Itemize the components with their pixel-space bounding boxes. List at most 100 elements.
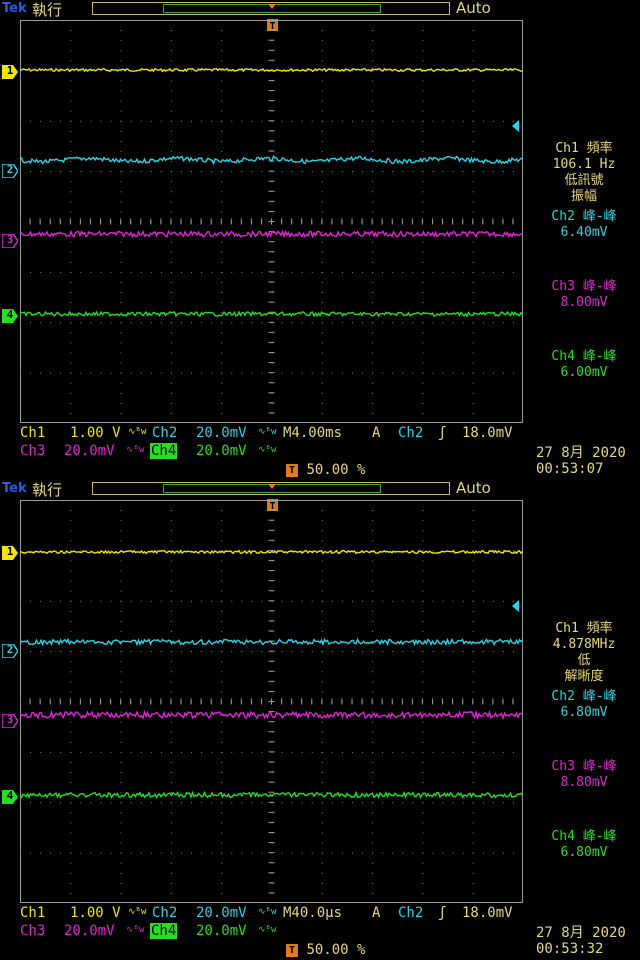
grid-dot bbox=[472, 372, 474, 374]
ch2-marker[interactable]: 2 bbox=[1, 643, 19, 659]
grid-dot bbox=[482, 171, 484, 173]
ch2-scale[interactable]: 20.0mV bbox=[196, 425, 247, 441]
ch2-marker[interactable]: 2 bbox=[1, 163, 19, 179]
ch4-scale[interactable]: 20.0mV bbox=[196, 923, 247, 939]
grid-dot bbox=[120, 872, 122, 874]
grid-dot bbox=[392, 802, 394, 804]
grid-dot bbox=[170, 90, 172, 92]
ch1-marker-label: 1 bbox=[6, 64, 14, 77]
ch3-marker[interactable]: 3 bbox=[1, 233, 19, 249]
grid-dot bbox=[422, 201, 424, 203]
grid-dot bbox=[321, 741, 323, 743]
grid-dot bbox=[382, 852, 384, 854]
trigger-source[interactable]: Ch2 bbox=[398, 905, 423, 921]
grid-dot bbox=[160, 120, 162, 122]
grid-dot bbox=[120, 802, 122, 804]
grid-dot bbox=[170, 792, 172, 794]
ch1-scale[interactable]: 1.00 V bbox=[70, 425, 121, 441]
ch4-status[interactable]: Ch4 bbox=[150, 443, 178, 459]
grid-dot bbox=[170, 40, 172, 42]
grid-dot bbox=[341, 600, 343, 602]
timebase[interactable]: M4.00ms bbox=[283, 425, 342, 441]
ch4-scale[interactable]: 20.0mV bbox=[196, 443, 247, 459]
grid-dot bbox=[372, 271, 374, 273]
grid-dot bbox=[422, 580, 424, 582]
grid-dot bbox=[170, 782, 172, 784]
grid-dot bbox=[221, 171, 223, 173]
grid-dot bbox=[160, 852, 162, 854]
grid-dot bbox=[221, 100, 223, 102]
grid-dot bbox=[251, 751, 253, 753]
bandwidth-limit-icon: ∿ᴮw bbox=[126, 925, 145, 935]
grid-dot bbox=[492, 751, 494, 753]
trigger-source[interactable]: Ch2 bbox=[398, 425, 423, 441]
grid-dot bbox=[351, 171, 353, 173]
grid-dot bbox=[120, 302, 122, 304]
time: 00:53:07 bbox=[536, 461, 604, 477]
grid-dot bbox=[422, 600, 424, 602]
grid-dot bbox=[221, 251, 223, 253]
grid-dot bbox=[30, 600, 32, 602]
grid-dot bbox=[261, 171, 263, 173]
grid-dot bbox=[221, 362, 223, 364]
grid-dot bbox=[321, 80, 323, 82]
grid-dot bbox=[382, 120, 384, 122]
grid-dot bbox=[372, 120, 374, 122]
grid-dot bbox=[221, 140, 223, 142]
ch3-scale[interactable]: 20.0mV bbox=[64, 923, 115, 939]
ch1-status[interactable]: Ch1 bbox=[20, 425, 45, 441]
ch4-status[interactable]: Ch4 bbox=[150, 923, 178, 939]
grid-dot bbox=[422, 651, 424, 653]
trigger-level[interactable]: 18.0mV bbox=[462, 905, 513, 921]
grid-dot bbox=[201, 120, 203, 122]
trigger-position[interactable]: T 50.00 % bbox=[286, 462, 365, 478]
grid-dot bbox=[372, 191, 374, 193]
grid-dot bbox=[412, 802, 414, 804]
ch2-scale[interactable]: 20.0mV bbox=[196, 905, 247, 921]
bandwidth-limit-icon: ∿ᴮw bbox=[258, 907, 277, 917]
grid-dot bbox=[482, 372, 484, 374]
grid-dot bbox=[472, 332, 474, 334]
grid-dot bbox=[231, 802, 233, 804]
grid-dot bbox=[191, 651, 193, 653]
ch3-marker[interactable]: 3 bbox=[1, 713, 19, 729]
ch1-marker[interactable]: 1 bbox=[2, 64, 18, 79]
grid-dot bbox=[321, 322, 323, 324]
ch2-status[interactable]: Ch2 bbox=[150, 905, 179, 921]
grid-dot bbox=[50, 651, 52, 653]
grid-dot bbox=[432, 802, 434, 804]
ch3-scale[interactable]: 20.0mV bbox=[64, 443, 115, 459]
ch3-status[interactable]: Ch3 bbox=[20, 443, 45, 459]
grid-dot bbox=[221, 110, 223, 112]
grid-dot bbox=[362, 120, 364, 122]
grid-dot bbox=[472, 560, 474, 562]
grid-dot bbox=[221, 20, 223, 21]
ch1-status[interactable]: Ch1 bbox=[20, 905, 45, 921]
grid-dot bbox=[432, 322, 434, 324]
grid-dot bbox=[422, 251, 424, 253]
grid-dot bbox=[472, 761, 474, 763]
grid-dot bbox=[351, 600, 353, 602]
grid-dot bbox=[321, 20, 323, 21]
grid-dot bbox=[70, 560, 72, 562]
ch1-scale[interactable]: 1.00 V bbox=[70, 905, 121, 921]
grid-dot bbox=[221, 842, 223, 844]
ch3-status[interactable]: Ch3 bbox=[20, 923, 45, 939]
ch4-marker[interactable]: 4 bbox=[2, 308, 18, 323]
trigger-level-arrow-icon bbox=[512, 120, 519, 132]
ch1-marker[interactable]: 1 bbox=[2, 545, 18, 560]
grid-dot bbox=[392, 372, 394, 374]
meas-ch2-value: 6.80mV bbox=[560, 705, 608, 720]
trigger-level[interactable]: 18.0mV bbox=[462, 425, 513, 441]
ch4-marker[interactable]: 4 bbox=[2, 789, 18, 804]
trigger-position[interactable]: T 50.00 % bbox=[286, 942, 365, 958]
grid-dot bbox=[140, 852, 142, 854]
timebase[interactable]: M40.0µs bbox=[283, 905, 342, 921]
grid-dot bbox=[120, 50, 122, 52]
grid-dot bbox=[321, 150, 323, 152]
grid-dot bbox=[30, 802, 32, 804]
grid-dot bbox=[291, 852, 293, 854]
grid-dot bbox=[70, 510, 72, 512]
grid-dot bbox=[512, 751, 514, 753]
ch2-status[interactable]: Ch2 bbox=[150, 425, 179, 441]
